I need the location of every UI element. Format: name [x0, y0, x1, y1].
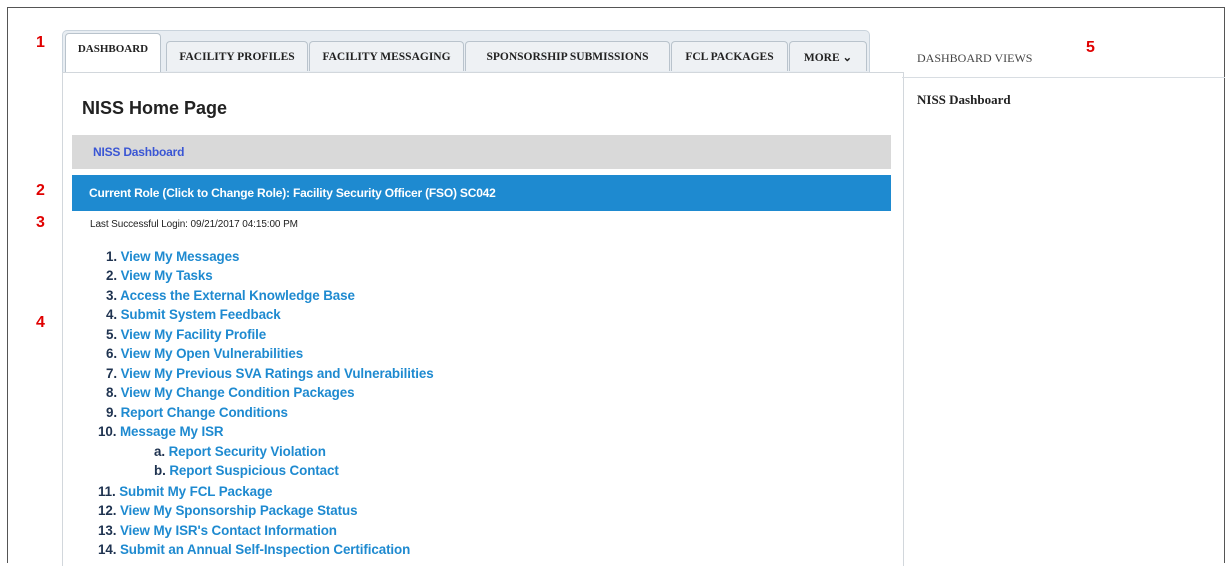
breadcrumb-link[interactable]: NISS Dashboard [93, 145, 184, 159]
list-item[interactable]: 1. View My Messages [106, 249, 239, 264]
menu-link[interactable]: View My Open Vulnerabilities [121, 346, 304, 361]
list-item[interactable]: 2. View My Tasks [106, 268, 213, 283]
callout-1: 1 [36, 34, 45, 51]
menu-link[interactable]: Report Security Violation [169, 444, 326, 459]
menu-link[interactable]: Submit System Feedback [121, 307, 281, 322]
menu-link[interactable]: View My Change Condition Packages [121, 385, 355, 400]
list-item[interactable]: 5. View My Facility Profile [106, 327, 266, 342]
list-item[interactable]: 12. View My Sponsorship Package Status [98, 503, 358, 518]
list-item[interactable]: 9. Report Change Conditions [106, 405, 288, 420]
list-item[interactable]: 3. Access the External Knowledge Base [106, 288, 355, 303]
dashboard-views-title: DASHBOARD VIEWS [917, 51, 1033, 65]
page-title: NISS Home Page [82, 98, 228, 118]
list-item[interactable]: 13. View My ISR's Contact Information [98, 523, 337, 538]
list-item[interactable]: 7. View My Previous SVA Ratings and Vuln… [106, 366, 434, 381]
tab-dashboard[interactable]: DASHBOARD [65, 33, 161, 73]
list-item[interactable]: 4. Submit System Feedback [106, 307, 281, 322]
list-item[interactable]: 6. View My Open Vulnerabilities [106, 346, 303, 361]
list-item[interactable]: 14. Submit an Annual Self-Inspection Cer… [98, 542, 410, 557]
tab-facility-messaging[interactable]: FACILITY MESSAGING [309, 41, 464, 71]
tab-facility-profiles[interactable]: FACILITY PROFILES [166, 41, 308, 71]
tab-fcl-packages[interactable]: FCL PACKAGES [671, 41, 788, 71]
menu-link[interactable]: View My Messages [121, 249, 240, 264]
list-item[interactable]: 8. View My Change Condition Packages [106, 385, 355, 400]
breadcrumb [72, 135, 891, 169]
menu-link[interactable]: Access the External Knowledge Base [120, 288, 355, 303]
tab-more-dropdown[interactable]: MORE ⌄ [789, 41, 867, 71]
list-item[interactable]: a. Report Security Violation [154, 444, 326, 459]
callout-2: 2 [36, 182, 45, 199]
menu-link[interactable]: View My Sponsorship Package Status [120, 503, 358, 518]
menu-link[interactable]: Message My ISR [120, 424, 224, 439]
menu-link[interactable]: View My Facility Profile [121, 327, 267, 342]
menu-link[interactable]: Report Change Conditions [121, 405, 288, 420]
menu-link[interactable]: Submit an Annual Self-Inspection Certifi… [120, 542, 410, 557]
tab-sponsorship-submissions[interactable]: SPONSORSHIP SUBMISSIONS [465, 41, 670, 71]
menu-link[interactable]: Submit My FCL Package [119, 484, 272, 499]
menu-link[interactable]: View My Tasks [121, 268, 213, 283]
role-bar-label[interactable]: Current Role (Click to Change Role): Fac… [89, 186, 496, 200]
dashboard-view-item[interactable]: NISS Dashboard [917, 92, 1011, 108]
menu-link[interactable]: View My Previous SVA Ratings and Vulnera… [121, 366, 434, 381]
menu-link[interactable]: Report Suspicious Contact [169, 463, 338, 478]
callout-4: 4 [36, 314, 45, 331]
callout-3: 3 [36, 214, 45, 231]
list-item[interactable]: 11. Submit My FCL Package [98, 484, 272, 499]
list-item[interactable]: b. Report Suspicious Contact [154, 463, 339, 478]
list-item[interactable]: 10. Message My ISR [98, 424, 224, 439]
last-login-text: Last Successful Login: 09/21/2017 04:15:… [90, 219, 298, 230]
menu-link[interactable]: View My ISR's Contact Information [120, 523, 337, 538]
